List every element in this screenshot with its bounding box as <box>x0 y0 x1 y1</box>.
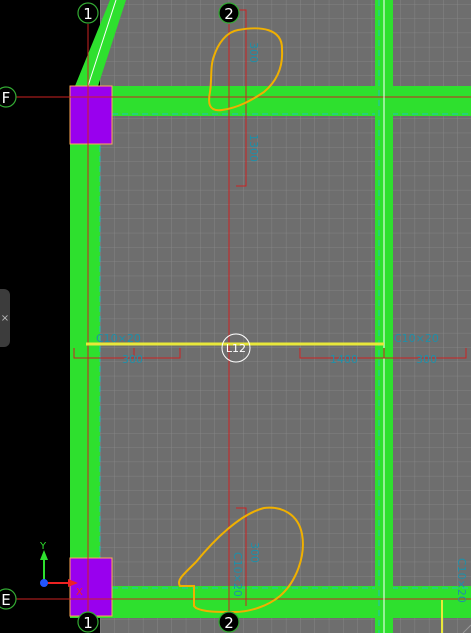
axis-bubble-2-top-label: 2 <box>224 5 234 23</box>
axis-bubble-2-top[interactable]: 2 <box>218 2 240 24</box>
cad-drawing-canvas[interactable]: 1 2 1 2 F E L12 C10×20 300 C10×20 1400 3… <box>0 0 471 633</box>
dim-edge-right-bottom: C10×20 <box>455 558 468 603</box>
axis-bubble-2-bottom[interactable]: 2 <box>218 611 240 633</box>
dim-right-beam-length: 1400 <box>330 353 358 366</box>
dim-bottom-vertical-b: C10×20 <box>231 552 244 597</box>
column-F1[interactable] <box>69 85 113 145</box>
ucs-x-label: X <box>76 587 83 598</box>
axis-bubble-F[interactable]: F <box>0 86 17 108</box>
close-icon: × <box>0 312 10 324</box>
axis-bubble-E-label: E <box>1 591 10 609</box>
ucs-y-label: Y <box>39 541 47 552</box>
dim-top-vertical-a: 300 <box>247 42 260 63</box>
axis-bubble-1-top[interactable]: 1 <box>77 2 99 24</box>
axis-bubble-1-top-label: 1 <box>83 5 93 23</box>
dim-left-beam-length: 300 <box>122 353 143 366</box>
side-panel-toggle[interactable]: × <box>0 289 10 347</box>
center-marker-label: L12 <box>226 342 246 355</box>
axis-bubble-1-bottom[interactable]: 1 <box>77 611 99 633</box>
dim-right-beam-length-2: 300 <box>416 353 437 366</box>
dim-top-vertical-b: 1300 <box>247 134 260 162</box>
dim-left-beam-code: C10×20 <box>96 332 141 345</box>
beam-bottom-horizontal[interactable] <box>85 586 471 618</box>
dim-right-beam-code: C10×20 <box>394 332 439 345</box>
axis-bubble-1-bottom-label: 1 <box>83 614 93 632</box>
beam-top-horizontal[interactable] <box>85 86 471 116</box>
axis-bubble-E[interactable]: E <box>0 588 17 610</box>
dim-bottom-vertical-a: 300 <box>248 542 261 563</box>
cad-viewport[interactable]: 1 2 1 2 F E L12 C10×20 300 C10×20 1400 3… <box>0 0 471 633</box>
axis-bubble-2-bottom-label: 2 <box>224 614 234 632</box>
axis-bubble-F-label: F <box>2 89 11 107</box>
